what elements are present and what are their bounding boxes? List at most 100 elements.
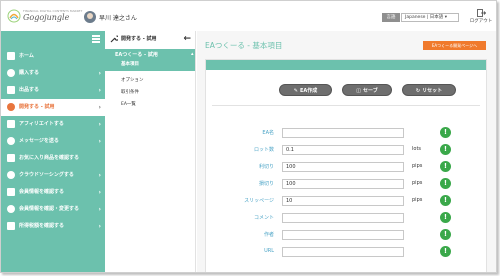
save-icon: ◫ (356, 88, 362, 94)
username-label[interactable]: 早川 達之さん (99, 13, 137, 22)
logout-icon (476, 9, 486, 17)
form-toolbar: ✎ EA作成 ◫ セーブ ↻ リセット (206, 84, 486, 104)
field-row-comment: コメント ! (206, 212, 486, 223)
chevron-right-icon: › (98, 121, 101, 128)
reset-label: リセット (422, 88, 443, 94)
submenu-item-options[interactable]: オプション (121, 77, 144, 83)
edit-icon: ✎ (293, 88, 298, 94)
checkbox-icon (7, 154, 15, 162)
menu-toggle-icon[interactable] (92, 35, 100, 43)
info-icon[interactable]: ! (440, 161, 451, 172)
lots-unit: lots (412, 146, 422, 152)
author-label: 作者 (263, 232, 274, 238)
sidebar-item-message[interactable]: メッセージを送る › (1, 133, 105, 150)
sidebar-item-develop[interactable]: 開発する - 試用 › (1, 99, 105, 116)
sidebar-item-sell[interactable]: 出品する › (1, 82, 105, 99)
sidebar-item-affiliate[interactable]: アフィリエイトする › (1, 116, 105, 133)
stop-loss-label: 損切り (258, 181, 274, 187)
chevron-right-icon: › (98, 223, 101, 230)
edit-icon (7, 188, 15, 196)
sidebar-item-label: ホーム (19, 53, 34, 59)
chevron-right-icon: › (98, 138, 101, 145)
info-icon[interactable]: ! (440, 127, 451, 138)
create-ea-button[interactable]: ✎ EA作成 (279, 84, 332, 96)
sidebar-item-label: アフィリエイトする (19, 121, 64, 127)
ea-name-input[interactable] (282, 128, 404, 138)
logo-wordmark: Gogojungle (23, 13, 70, 22)
sidebar-item-favorites[interactable]: お気に入り商品を確認する (1, 150, 105, 167)
slippage-unit: pips (412, 197, 423, 203)
take-profit-label: 利切り (258, 164, 274, 170)
ea-tool-page-button[interactable]: EAつくーる開発ページへ (423, 41, 486, 50)
submenu-header: 開発する - 試用 ← (105, 31, 195, 47)
create-ea-label: EA作成 (299, 88, 318, 94)
sidebar-item-label: 会員情報を確認する (19, 189, 65, 195)
sidebar-item-tax[interactable]: 所得税額を確認する › (1, 218, 105, 235)
logout-label: ログアウト (469, 19, 493, 24)
home-icon (7, 52, 15, 60)
chevron-right-icon: › (98, 206, 101, 213)
language-select[interactable]: Japanese | 日本語 ▾ (401, 13, 459, 22)
sidebar-item-home[interactable]: ホーム (1, 48, 105, 65)
arrow-left-icon[interactable]: ← (183, 31, 191, 47)
take-profit-input[interactable]: 100 (282, 162, 404, 172)
wrench-icon (7, 103, 15, 111)
chevron-right-icon: › (98, 104, 101, 111)
cart-icon (7, 69, 15, 77)
app-window: FINANCIAL DIGITAL CONTENTS MARKET Gogoju… (0, 0, 497, 273)
avatar[interactable] (84, 11, 96, 23)
comment-label: コメント (253, 215, 274, 221)
sidebar-item-member-edit[interactable]: 会員情報を確認・変更する › (1, 201, 105, 218)
url-label: URL (264, 248, 274, 254)
lots-input[interactable]: 0.1 (282, 145, 404, 155)
sidebar-item-label: 開発する - 試用 (19, 104, 55, 110)
slippage-input[interactable]: 10 (282, 196, 404, 206)
submenu-group-ea-tool[interactable]: EAつくーる - 試用 ▴ 基本項目 (105, 49, 195, 71)
stop-loss-unit: pips (412, 180, 423, 186)
sidebar: ホーム 購入する › 出品する › 開発する - 試用 › アフィリエイトする … (1, 31, 105, 272)
upload-icon (7, 86, 15, 94)
sidebar-item-member-info[interactable]: 会員情報を確認する › (1, 184, 105, 201)
submenu-item-trade-conditions[interactable]: 取引条件 (121, 89, 139, 95)
gogojungle-logo[interactable]: FINANCIAL DIGITAL CONTENTS MARKET Gogoju… (7, 7, 82, 25)
sidebar-item-label: 所得税額を確認する (19, 223, 65, 229)
submenu-item-ea-list[interactable]: EA一覧 (121, 101, 136, 107)
info-icon[interactable]: ! (440, 246, 451, 257)
chevron-right-icon: › (98, 189, 101, 196)
submenu-item-basic[interactable]: 基本項目 (121, 61, 139, 67)
cloud-icon (7, 171, 15, 179)
reset-button[interactable]: ↻ リセット (402, 84, 456, 96)
ea-name-label: EA名 (262, 130, 274, 136)
field-row-author: 作者 ! (206, 229, 486, 240)
save-button[interactable]: ◫ セーブ (342, 84, 392, 96)
url-input[interactable] (282, 247, 404, 257)
sidebar-item-buy[interactable]: 購入する › (1, 65, 105, 82)
field-row-slippage: スリッページ 10 pips ! (206, 195, 486, 206)
info-icon[interactable]: ! (440, 229, 451, 240)
sidebar-item-label: クラウドソーシングする (19, 172, 74, 178)
slippage-label: スリッページ (244, 198, 274, 204)
author-input[interactable] (282, 230, 404, 240)
field-row-url: URL ! (206, 246, 486, 257)
chevron-right-icon: › (98, 87, 101, 94)
refresh-icon: ↻ (415, 88, 421, 94)
sidebar-item-label: メッセージを送る (19, 138, 59, 144)
info-icon[interactable]: ! (440, 178, 451, 189)
message-icon (7, 137, 15, 145)
info-icon[interactable]: ! (440, 195, 451, 206)
take-profit-unit: pips (412, 163, 423, 169)
comment-input[interactable] (282, 213, 404, 223)
info-icon[interactable]: ! (440, 212, 451, 223)
field-row-ea-name: EA名 ! (206, 127, 486, 138)
language-button[interactable]: 言語 (382, 13, 400, 22)
stop-loss-input[interactable]: 100 (282, 179, 404, 189)
affiliate-icon (7, 120, 15, 128)
sidebar-item-crowdsourcing[interactable]: クラウドソーシングする › (1, 167, 105, 184)
logout-button[interactable]: ログアウト (467, 9, 495, 27)
info-icon[interactable]: ! (440, 144, 451, 155)
field-row-stop-loss: 損切り 100 pips ! (206, 178, 486, 189)
sidebar-item-label: 会員情報を確認・変更する (19, 206, 80, 212)
main-content: EAつくーる - 基本項目 EAつくーる開発ページへ ✎ EA作成 ◫ セーブ ↻ リ… (197, 31, 496, 272)
wrench-icon (110, 35, 118, 43)
sidebar-item-label: 購入する (19, 70, 40, 76)
